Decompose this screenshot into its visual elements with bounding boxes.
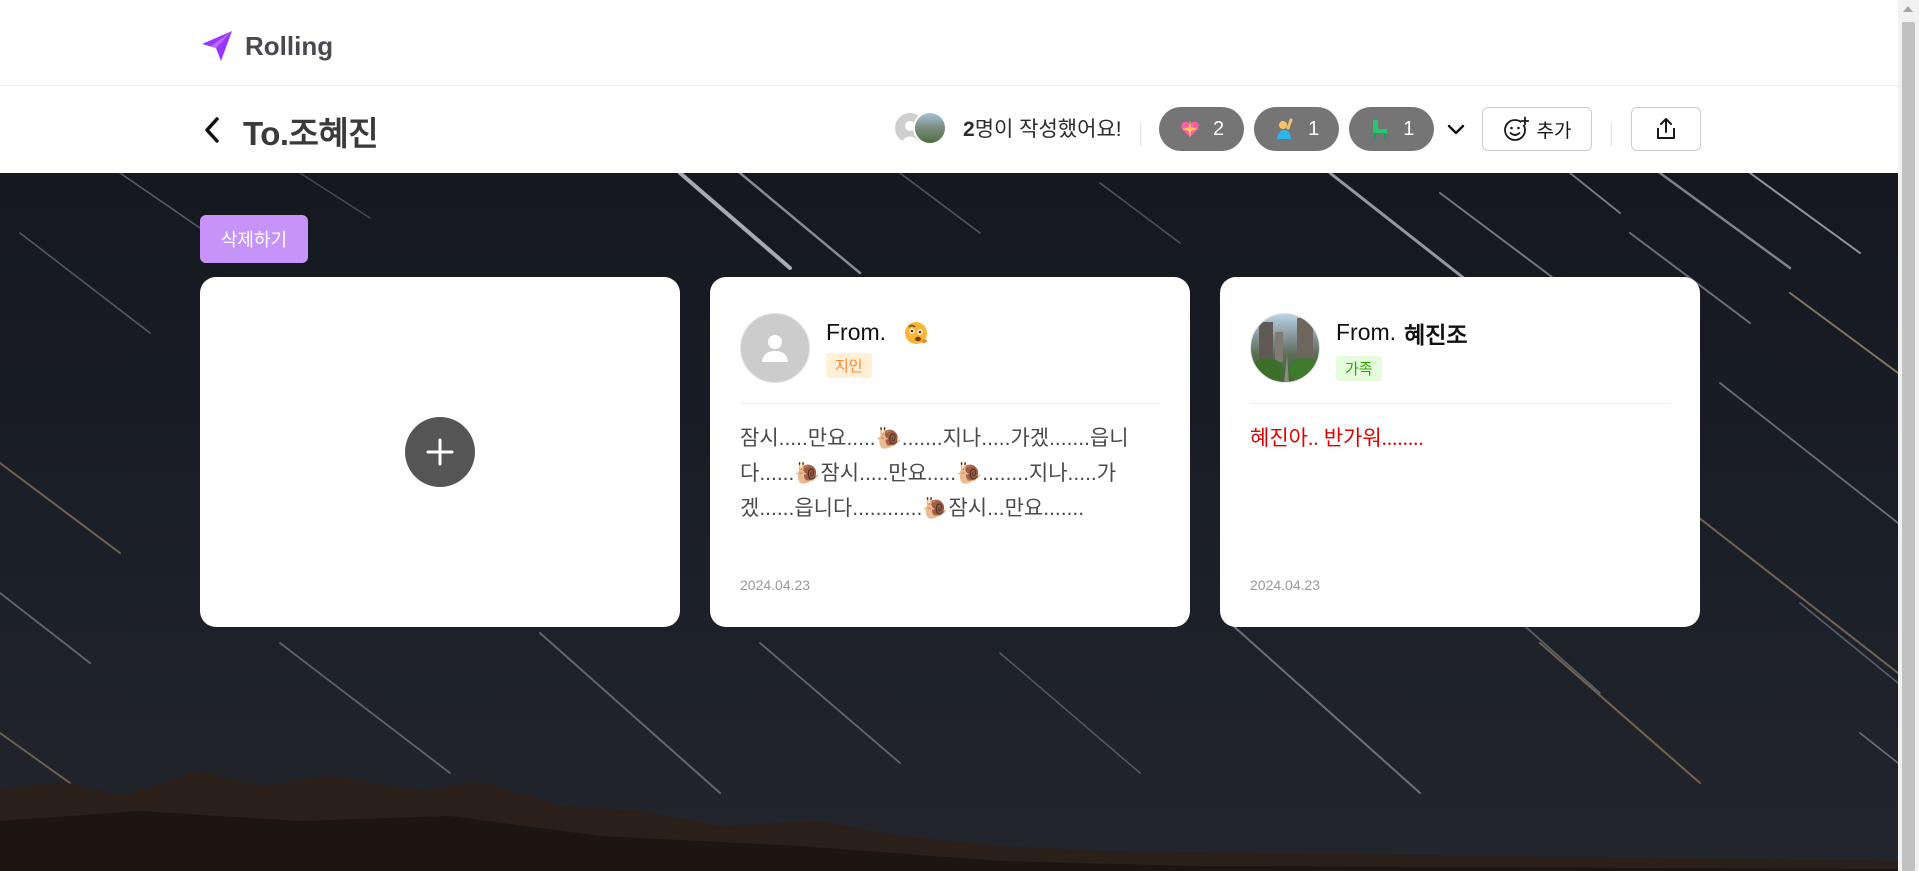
card-header: From. 지인 — [740, 313, 930, 383]
writer-avatar — [913, 111, 947, 145]
page-title: To.조혜진 — [243, 115, 379, 152]
message-date: 2024.04.23 — [1250, 577, 1321, 593]
writers-summary: 2명이 작성했어요! — [893, 111, 1122, 145]
relation-badge: 지인 — [826, 352, 872, 378]
reaction-badge[interactable]: 2 — [1159, 107, 1245, 151]
plus-icon — [426, 438, 454, 466]
reaction-badge[interactable]: 1 — [1254, 107, 1340, 151]
person-icon — [762, 335, 788, 362]
paper-plane-icon — [202, 31, 232, 61]
person-raising-hand-icon — [1274, 118, 1296, 140]
card-header: From. 혜진조 가족 — [1250, 313, 1468, 383]
sender-line: From. — [826, 319, 930, 347]
green-chair-icon — [1369, 118, 1391, 140]
message-card[interactable]: From. 혜진조 가족 혜진아.. 반가워........ 2024.04.2… — [1220, 277, 1700, 627]
message-board: 삭제하기 From. 지인 잠시.....만요.....🐌.......지나..… — [0, 173, 1898, 871]
from-label: From. — [1336, 319, 1397, 345]
message-card[interactable]: From. 지인 잠시.....만요.....🐌.......지나.....가겠… — [710, 277, 1190, 627]
add-message-button[interactable] — [405, 417, 475, 487]
logo-text: Rolling — [245, 30, 334, 61]
card-divider — [740, 403, 1160, 404]
message-content: 잠시.....만요.....🐌.......지나.....가겠.......읍니… — [740, 427, 1129, 520]
from-label: From. — [826, 319, 887, 345]
reaction-count: 2 — [1213, 117, 1225, 140]
chevron-down-icon — [1447, 124, 1465, 135]
face-with-raised-eyebrow-icon — [905, 321, 928, 344]
reaction-badge[interactable]: 1 — [1349, 107, 1435, 151]
delete-button[interactable]: 삭제하기 — [200, 215, 308, 263]
sender-line: From. 혜진조 — [1336, 316, 1468, 350]
top-nav: Rolling — [0, 0, 1898, 86]
sender-avatar — [740, 313, 810, 383]
message-date: 2024.04.23 — [740, 577, 811, 593]
reactions-expand-button[interactable] — [1443, 117, 1469, 143]
divider — [1611, 122, 1612, 146]
sender-avatar — [1250, 313, 1320, 383]
sender-name: 혜진조 — [1404, 321, 1468, 348]
logo[interactable]: Rolling — [199, 28, 333, 64]
page-scrollbar[interactable] — [1898, 0, 1919, 871]
reaction-count: 1 — [1308, 117, 1320, 140]
chevron-left-icon — [205, 117, 219, 143]
mountain-silhouette — [0, 771, 1898, 871]
add-message-card[interactable] — [200, 277, 680, 627]
reaction-count: 1 — [1403, 117, 1415, 140]
share-icon — [1657, 118, 1675, 139]
reaction-list: 2 1 1 — [1159, 107, 1435, 151]
scroll-up-arrow-icon[interactable] — [1903, 6, 1913, 12]
add-emoji-icon — [1503, 116, 1529, 141]
share-button[interactable] — [1631, 107, 1701, 151]
card-divider — [1250, 403, 1670, 404]
post-header: To.조혜진 2명이 작성했어요! 2 1 1 추가 — [0, 87, 1898, 173]
scroll-thumb[interactable] — [1902, 22, 1915, 871]
divider — [1140, 122, 1141, 146]
relation-badge: 가족 — [1336, 355, 1382, 381]
message-content: 혜진아.. 반가워........ — [1250, 426, 1424, 450]
city-photo-image — [1251, 318, 1319, 382]
back-button[interactable] — [198, 113, 226, 147]
sparkle-heart-icon — [1179, 118, 1201, 140]
writers-suffix: 명이 작성했어요! — [974, 118, 1122, 141]
add-reaction-button[interactable]: 추가 — [1482, 107, 1592, 151]
writers-count: 2 — [963, 118, 975, 141]
add-reaction-label: 추가 — [1536, 120, 1572, 142]
